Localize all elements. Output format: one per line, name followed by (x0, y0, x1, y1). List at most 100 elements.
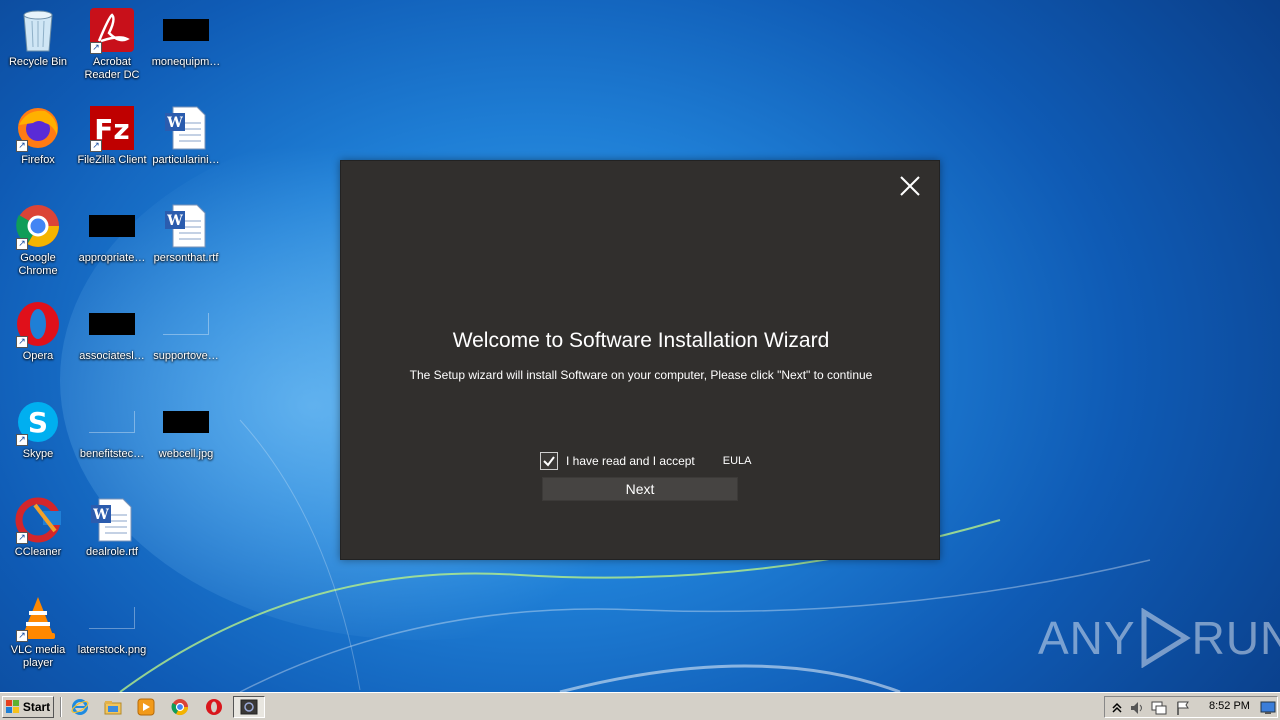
desktop-icon[interactable]: benefitstec… (74, 398, 150, 461)
taskbar-separator (60, 697, 62, 717)
desktop-icon-label: CCleaner (14, 546, 62, 558)
desktop-icon[interactable]: Recycle Bin (0, 6, 76, 69)
word-doc-icon: W (88, 496, 136, 544)
desktop-icon[interactable]: ↗ Opera (0, 300, 76, 363)
tray-network-button[interactable] (1151, 700, 1167, 716)
media-player-icon (137, 698, 155, 716)
desktop-icon[interactable]: monequipm… (148, 6, 224, 69)
desktop-icon[interactable]: S ↗ Skype (0, 398, 76, 461)
word-doc-icon: W (162, 202, 210, 250)
play-logo-icon (1141, 608, 1191, 668)
desktop-icon-label: associatesl… (79, 350, 145, 362)
shortcut-arrow-icon: ↗ (16, 532, 28, 544)
desktop-icon-label: webcell.jpg (158, 448, 214, 460)
desktop-icon[interactable]: associatesl… (74, 300, 150, 363)
black-file-icon (162, 6, 210, 54)
wizard-title: Welcome to Software Installation Wizard (452, 329, 830, 352)
shortcut-arrow-icon: ↗ (16, 238, 28, 250)
svg-text:W: W (166, 213, 183, 229)
desktop-icon[interactable]: Fz ↗ FileZilla Client (74, 104, 150, 167)
accept-checkbox[interactable] (540, 452, 558, 470)
taskbar-installer-button[interactable] (233, 696, 265, 718)
tray-action-center-button[interactable] (1175, 700, 1191, 716)
desktop-icon-label: appropriate… (78, 252, 146, 264)
acrobat-icon: ↗ (88, 6, 136, 54)
shortcut-arrow-icon: ↗ (90, 42, 102, 54)
windows-flag-icon (5, 700, 19, 713)
shortcut-arrow-icon: ↗ (16, 140, 28, 152)
blank-file-icon (88, 398, 136, 446)
desktop-icon-label: Acrobat Reader DC (84, 56, 140, 81)
eula-link[interactable]: EULA (723, 455, 752, 467)
explorer-icon (104, 701, 122, 715)
svg-text:W: W (92, 507, 109, 523)
next-button[interactable]: Next (542, 477, 738, 501)
desktop-icon[interactable]: appropriate… (74, 202, 150, 265)
desktop-icon[interactable]: ↗ Google Chrome (0, 202, 76, 278)
anyrun-watermark: ANY RUN (1038, 608, 1280, 668)
opera-icon (206, 699, 222, 715)
tray-expand-button[interactable] (1109, 700, 1125, 716)
blank-file-icon (88, 594, 136, 642)
start-button[interactable]: Start (2, 696, 54, 718)
desktop-icon-label: FileZilla Client (77, 154, 147, 166)
close-button[interactable] (898, 174, 922, 198)
eula-row: I have read and I accept EULA (540, 451, 752, 471)
installer-dialog: Welcome to Software Installation Wizard … (340, 160, 940, 560)
taskbar: Start 8:52 PM (0, 692, 1280, 720)
chrome-icon (171, 699, 189, 716)
desktop-icon-label: VLC media player (10, 644, 66, 669)
start-label: Start (22, 700, 51, 714)
desktop-icon[interactable]: laterstock.png (74, 594, 150, 657)
taskbar-chrome-button[interactable] (170, 697, 190, 717)
accept-label: I have read and I accept (566, 454, 695, 468)
speaker-icon (1131, 702, 1142, 714)
chrome-icon: ↗ (14, 202, 62, 250)
wizard-subtitle: The Setup wizard will install Software o… (409, 368, 873, 382)
taskbar-ie-button[interactable] (70, 697, 90, 717)
ccleaner-icon: ↗ (14, 496, 62, 544)
desktop-icon-label: Recycle Bin (8, 56, 68, 68)
desktop-icon-label: monequipm… (151, 56, 221, 68)
desktop-icon-label: Firefox (21, 154, 55, 166)
taskbar-media-player-button[interactable] (136, 697, 156, 717)
shortcut-arrow-icon: ↗ (16, 434, 28, 446)
desktop-icon[interactable]: ↗ Firefox (0, 104, 76, 167)
taskbar-opera-button[interactable] (204, 697, 224, 717)
filezilla-icon: Fz ↗ (88, 104, 136, 152)
desktop-icon-label: personthat.rtf (153, 252, 219, 264)
watermark-left: ANY (1038, 612, 1136, 664)
desktop-icon[interactable]: webcell.jpg (148, 398, 224, 461)
checkmark-icon (543, 456, 555, 467)
watermark-right: RUN (1191, 612, 1280, 664)
black-file-icon (88, 300, 136, 348)
desktop-icon[interactable]: Wdealrole.rtf (74, 496, 150, 559)
desktop-icon-label: Skype (22, 448, 54, 460)
clock[interactable]: 8:52 PM (1209, 700, 1250, 712)
vlc-icon: ↗ (14, 594, 62, 642)
recycle-bin-icon (14, 6, 62, 54)
opera-icon: ↗ (14, 300, 62, 348)
skype-icon: S ↗ (14, 398, 62, 446)
flag-icon (1177, 701, 1189, 715)
desktop-icon[interactable]: ↗ CCleaner (0, 496, 76, 559)
desktop-icon[interactable]: supportove… (148, 300, 224, 363)
ie-icon (71, 699, 89, 715)
installer-icon (240, 699, 258, 715)
desktop-icon-label: benefitstec… (79, 448, 145, 460)
svg-text:S: S (28, 406, 48, 439)
desktop-icon[interactable]: ↗ VLC media player (0, 594, 76, 670)
desktop-icon-label: supportove… (153, 350, 219, 362)
blank-file-icon (162, 300, 210, 348)
desktop-icon[interactable]: ↗ Acrobat Reader DC (74, 6, 150, 82)
shortcut-arrow-icon: ↗ (16, 630, 28, 642)
taskbar-explorer-button[interactable] (103, 697, 123, 717)
close-icon (900, 176, 920, 196)
shortcut-arrow-icon: ↗ (90, 140, 102, 152)
desktop-icon[interactable]: Wparticularini… (148, 104, 224, 167)
tray-volume-button[interactable] (1129, 700, 1145, 716)
desktop-icon-label: laterstock.png (77, 644, 147, 656)
desktop-icon[interactable]: Wpersonthat.rtf (148, 202, 224, 265)
show-desktop-button[interactable] (1260, 700, 1276, 716)
desktop-icon-label: Opera (22, 350, 54, 362)
